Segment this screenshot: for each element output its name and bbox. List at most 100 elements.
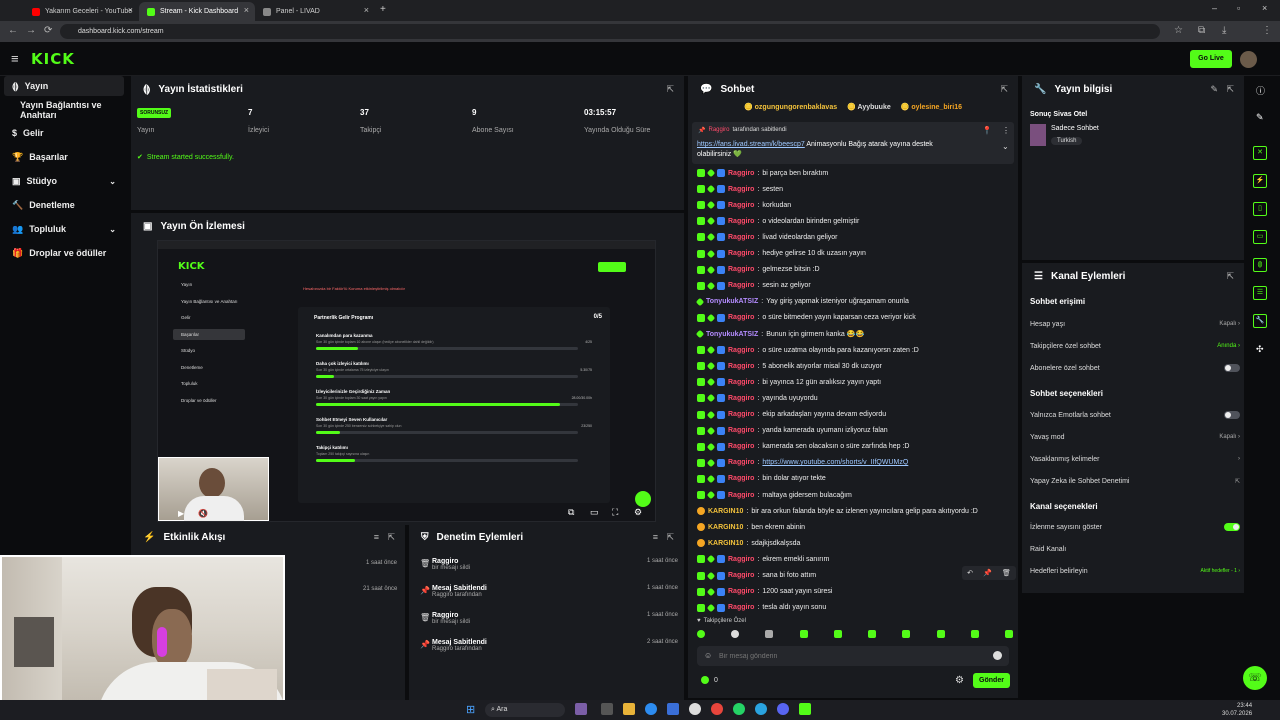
unpin-icon[interactable]: 📍 xyxy=(982,126,992,135)
chat-message[interactable]: Raggiro: o videolardan birinden gelmiştir xyxy=(697,214,1017,228)
browser-tab-kick[interactable]: Stream - Kick Dashboard × xyxy=(139,2,255,21)
popout-icon[interactable]: ⇱ xyxy=(1226,84,1234,95)
taskbar-app-icon[interactable] xyxy=(601,703,613,715)
filter-icon[interactable]: ≡ xyxy=(653,532,658,542)
maximize-button[interactable]: ▫ xyxy=(1237,3,1240,13)
emote-icon[interactable] xyxy=(697,630,705,638)
chat-username[interactable]: Raggiro xyxy=(728,347,754,354)
chat-username[interactable]: Raggiro xyxy=(728,379,754,386)
edge-icon[interactable] xyxy=(645,703,657,715)
chat-username[interactable]: Raggiro xyxy=(728,250,754,257)
taskbar-app-icon[interactable] xyxy=(689,703,701,715)
chat-input[interactable] xyxy=(719,649,979,663)
telegram-icon[interactable] xyxy=(755,703,767,715)
chat-username[interactable]: Raggiro xyxy=(728,314,754,321)
chat-message[interactable]: Raggiro: ekrem emekli sanırım xyxy=(697,552,1017,566)
chat-message[interactable]: TonyukukATSIZ: Yay giriş yapmak isteniyor… xyxy=(695,295,1017,309)
emote-picker-icon[interactable]: ☺ xyxy=(704,651,712,660)
banned-words-row[interactable]: Yasaklanmış kelimeler › xyxy=(1030,452,1240,466)
rail-phone-icon[interactable]: ▯ xyxy=(1253,202,1267,216)
new-tab-button[interactable]: + xyxy=(380,4,386,15)
popout-icon[interactable]: ⇱ xyxy=(1000,84,1008,95)
window-close-button[interactable]: × xyxy=(1262,3,1267,13)
chat-message[interactable]: Raggiro: o süre bitmeden yayın kaparsan c… xyxy=(697,311,1017,325)
sidebar-item-drops[interactable]: 🎁 Droplar ve ödüller xyxy=(4,243,124,263)
gifter-1[interactable]: 🪙 ozgungungorenbaklavas xyxy=(744,103,837,115)
delete-icon[interactable]: 🗑 xyxy=(1002,569,1011,577)
chat-message[interactable]: Raggiro: yanda kamerada uyumanı izliyoruz… xyxy=(697,424,1017,438)
chat-username[interactable]: Raggiro xyxy=(728,572,754,579)
chat-username[interactable]: Raggiro xyxy=(728,282,754,289)
rail-close-icon[interactable]: ✕ xyxy=(1253,146,1267,160)
chat-message[interactable]: Raggiro: hediye gelirse 10 dk uzasın yayı… xyxy=(697,247,1017,261)
chat-message[interactable]: Raggiro:1200 saat yayın süresi xyxy=(697,585,1017,599)
chat-username[interactable]: TonyukukATSIZ xyxy=(706,331,758,338)
windows-start-icon[interactable]: ⊞ xyxy=(466,703,475,716)
avatar[interactable] xyxy=(1240,51,1257,68)
chat-username[interactable]: Raggiro xyxy=(728,395,754,402)
filter-icon[interactable]: ≡ xyxy=(374,532,379,542)
sidebar-item-stream[interactable]: ⟬⟭ Yayın xyxy=(4,76,124,96)
emote-icon[interactable] xyxy=(731,630,740,638)
kick-logo[interactable]: KICK xyxy=(31,50,75,68)
chat-username[interactable]: Raggiro xyxy=(728,475,754,482)
channel-points[interactable]: 0 xyxy=(701,676,718,684)
raid-row[interactable]: Raid Kanalı xyxy=(1030,542,1240,556)
chevron-down-icon[interactable]: ⌄ xyxy=(1002,142,1009,151)
rail-bolt-icon[interactable]: ⚡ xyxy=(1253,174,1267,188)
chat-username[interactable]: Raggiro xyxy=(728,427,754,434)
fullscreen-icon[interactable]: ⛶ xyxy=(612,507,618,518)
ai-moderation-row[interactable]: Yapay Zeka ile Sohbet Denetimi ⇱ xyxy=(1030,474,1240,488)
chat-username[interactable]: Raggiro xyxy=(728,459,754,466)
rail-list-icon[interactable]: ☰ xyxy=(1253,286,1267,300)
emotes-only-toggle[interactable] xyxy=(1224,411,1240,419)
browser-menu-icon[interactable]: ⋮ xyxy=(1262,25,1272,36)
chat-message[interactable]: Raggiro: kamerada sen olacaksın o süre za… xyxy=(697,440,1017,454)
chat-message[interactable]: Raggiro: yayında uyuyordu xyxy=(697,391,1017,405)
chat-message[interactable]: Raggiro: tesla aldı yayın sonu xyxy=(697,601,1017,615)
chat-username[interactable]: Raggiro xyxy=(728,556,754,563)
chat-message[interactable]: KARGIN10: ben ekrem abinin xyxy=(697,520,1017,534)
mute-icon[interactable]: 🔇 xyxy=(198,509,208,518)
folder-icon[interactable] xyxy=(623,703,635,715)
discord-icon[interactable] xyxy=(777,703,789,715)
rail-chat-icon[interactable]: ▭ xyxy=(1253,230,1267,244)
more-icon[interactable]: ⋮ xyxy=(1002,126,1010,135)
hamburger-menu-icon[interactable]: ≡ xyxy=(11,51,19,66)
reply-icon[interactable]: ↶ xyxy=(967,569,973,577)
chat-message[interactable]: Raggiro: o süre uzatma olayında para kaza… xyxy=(697,343,1017,357)
edit-icon[interactable]: ✎ xyxy=(1210,84,1218,95)
download-icon[interactable]: ⤓ xyxy=(1222,25,1226,36)
chat-settings-icon[interactable]: ⚙ xyxy=(955,675,964,686)
chat-username[interactable]: Raggiro xyxy=(728,443,754,450)
pip-icon[interactable]: ⧉ xyxy=(568,507,574,518)
slow-mode-row[interactable]: Yavaş mod Kapalı › xyxy=(1030,430,1240,444)
emote-icon[interactable] xyxy=(765,630,774,638)
extensions-icon[interactable]: ⧉ xyxy=(1198,25,1205,36)
emoji-icon[interactable] xyxy=(993,651,1002,660)
support-chat-button[interactable]: ☏ xyxy=(1243,666,1267,690)
chat-username[interactable]: KARGIN10 xyxy=(708,540,743,547)
chat-message[interactable]: Raggiro: bi parça ben bıraktım xyxy=(697,166,1017,180)
rail-wrench-icon[interactable]: 🔧 xyxy=(1253,314,1267,328)
chat-username[interactable]: Raggiro xyxy=(728,604,754,611)
chat-message[interactable]: TonyukukATSIZ: Bunun için girmem kanka 😂😂 xyxy=(695,327,1017,341)
chat-text[interactable]: https://www.youtube.com/shorts/v_IIfQWUM… xyxy=(762,459,908,466)
theater-icon[interactable]: ▭ xyxy=(590,507,599,518)
emote-icon[interactable] xyxy=(868,630,877,638)
popout-icon[interactable]: ⇱ xyxy=(666,532,674,543)
browser-tab-livad[interactable]: Panel - LIVAD × xyxy=(255,2,375,21)
chat-message[interactable]: Raggiro: sesten xyxy=(697,182,1017,196)
close-icon[interactable]: × xyxy=(244,5,249,15)
address-input[interactable]: dashboard.kick.com/stream xyxy=(60,24,1160,39)
chat-message[interactable]: Raggiro: livad videolardan geliyor xyxy=(697,230,1017,244)
emote-icon[interactable] xyxy=(970,630,979,638)
chat-message[interactable]: Raggiro: sesin az geliyor xyxy=(697,279,1017,293)
taskbar-search[interactable]: ⌕ Ara xyxy=(485,703,565,717)
chat-username[interactable]: Raggiro xyxy=(728,266,754,273)
puzzle-icon[interactable]: ✣ xyxy=(1256,344,1264,355)
chat-username[interactable]: KARGIN10 xyxy=(708,508,743,515)
followers-chat-row[interactable]: Takipçilere özel sohbet Anında › xyxy=(1030,339,1240,353)
subs-chat-toggle[interactable] xyxy=(1224,364,1240,372)
sidebar-item-stream-key[interactable]: Yayın Bağlantısı ve Anahtarı xyxy=(4,100,124,120)
